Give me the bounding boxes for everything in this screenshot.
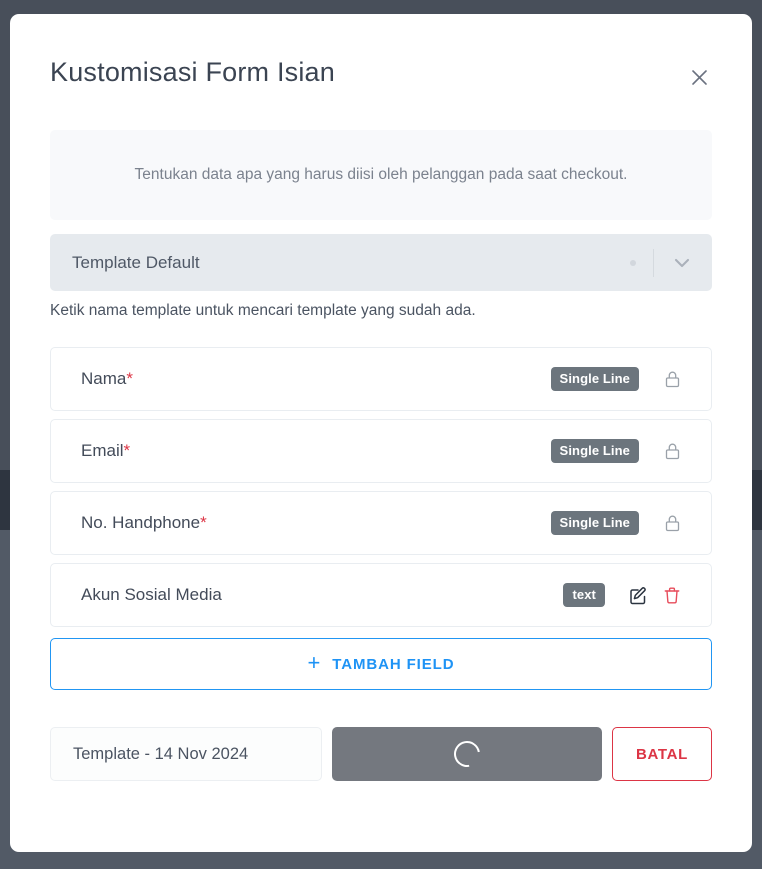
field-label: Akun Sosial Media — [81, 585, 563, 605]
field-label-text: Nama — [81, 369, 127, 389]
field-label-text: No. Handphone — [81, 513, 201, 533]
template-select-value: Template Default — [72, 252, 200, 272]
clear-dot — [630, 259, 636, 266]
status-badge: text — [563, 583, 605, 608]
lock-icon — [655, 508, 689, 538]
info-banner: Tentukan data apa yang harus diisi oleh … — [50, 130, 712, 221]
edit-icon[interactable] — [621, 580, 655, 610]
lock-icon — [655, 364, 689, 394]
field-list: Nama* Single Line Email* Single Line No.… — [50, 347, 712, 628]
field-label: No. Handphone* — [81, 513, 551, 533]
helper-text: Ketik nama template untuk mencari templa… — [50, 302, 476, 320]
template-select[interactable]: Template Default — [50, 234, 712, 292]
row-actions — [655, 508, 689, 538]
template-name-input[interactable] — [50, 727, 322, 782]
clear-icon[interactable] — [619, 259, 647, 266]
table-row[interactable]: Nama* Single Line — [50, 347, 712, 412]
status-badge: Single Line — [550, 511, 639, 536]
row-actions — [621, 580, 689, 610]
add-field-label: TAMBAH FIELD — [332, 655, 455, 673]
row-actions — [655, 364, 689, 394]
field-label: Email* — [81, 441, 551, 461]
field-label-text: Email — [81, 441, 124, 461]
table-row[interactable]: No. Handphone* Single Line — [50, 491, 712, 556]
add-field-button[interactable]: + TAMBAH FIELD — [50, 638, 712, 691]
required-mark: * — [200, 513, 207, 533]
table-row[interactable]: Email* Single Line — [50, 419, 712, 484]
trash-icon[interactable] — [655, 580, 689, 610]
modal-header: Kustomisasi Form Isian — [10, 14, 752, 88]
page-title: Kustomisasi Form Isian — [50, 57, 335, 87]
required-mark: * — [123, 441, 131, 461]
info-banner-text: Tentukan data apa yang harus diisi oleh … — [134, 166, 628, 184]
field-label-text: Akun Sosial Media — [81, 585, 222, 605]
modal-footer: BATAL — [50, 727, 712, 782]
status-badge: Single Line — [550, 439, 639, 464]
chevron-down-icon[interactable] — [660, 253, 704, 273]
status-badge: Single Line — [550, 367, 639, 392]
table-row[interactable]: Akun Sosial Media text — [50, 563, 712, 628]
modal-body: Tentukan data apa yang harus diisi oleh … — [10, 130, 752, 782]
required-mark: * — [126, 369, 133, 389]
close-icon — [691, 69, 708, 86]
cancel-button[interactable]: BATAL — [612, 727, 712, 782]
row-actions — [655, 436, 689, 466]
close-button[interactable] — [684, 62, 714, 92]
plus-icon: + — [307, 650, 322, 676]
spinner-icon — [448, 736, 486, 773]
select-divider — [653, 248, 654, 277]
lock-icon — [655, 436, 689, 466]
field-label: Nama* — [81, 369, 551, 389]
customize-form-modal: Kustomisasi Form Isian Tentukan data apa… — [10, 14, 752, 852]
save-button[interactable] — [332, 727, 602, 782]
